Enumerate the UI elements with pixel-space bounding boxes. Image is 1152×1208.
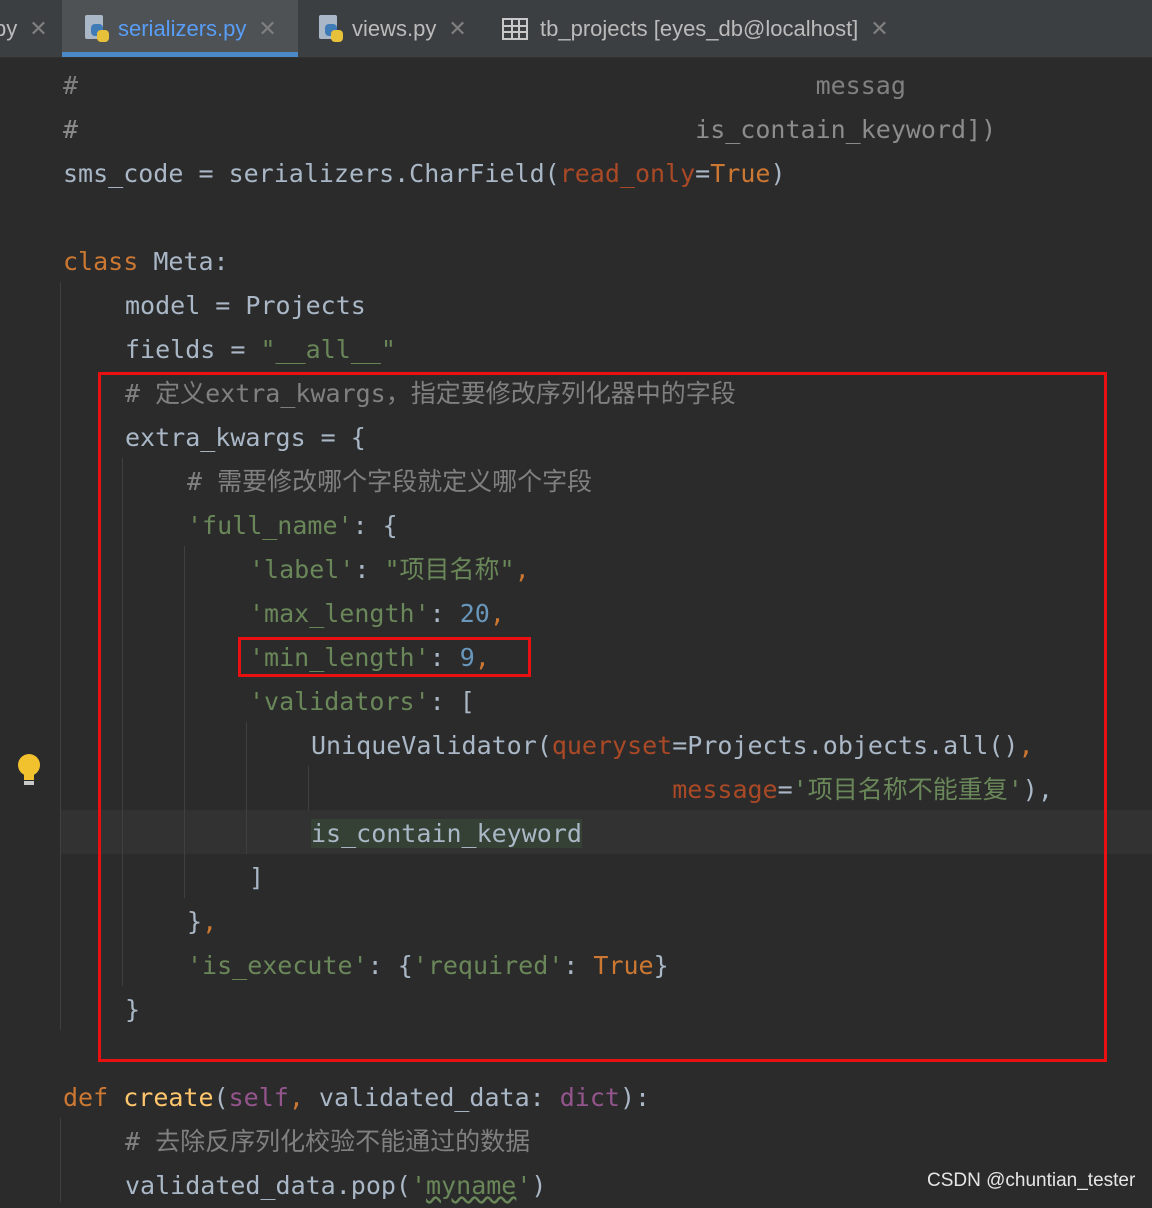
code-line: validated_data.pop('myname')	[125, 1171, 547, 1200]
table-icon	[502, 17, 528, 40]
close-icon[interactable]: ✕	[448, 16, 466, 42]
indent-guide	[60, 1118, 61, 1202]
lightbulb-icon[interactable]	[16, 754, 42, 788]
tab-serializers[interactable]: serializers.py ✕	[62, 0, 298, 57]
code-comment: # 去除反序列化校验不能通过的数据	[125, 1127, 531, 1156]
indent-guide	[60, 282, 61, 1030]
annotation-box-extra-kwargs	[98, 372, 1107, 1062]
code-line: # messag	[63, 71, 906, 100]
tab-tb-projects[interactable]: tb_projects [eyes_db@localhost] ✕	[502, 0, 889, 57]
watermark: CSDN @chuntian_tester	[927, 1170, 1136, 1191]
code-line: def create(self, validated_data: dict):	[63, 1083, 651, 1112]
code-line: # is_contain_keyword])	[63, 115, 997, 144]
code-editor[interactable]: # messag # is_contain_keyword]) sms_code…	[0, 58, 1152, 1202]
tab-label: serializers.py	[118, 15, 247, 41]
editor-tab-bar: py ✕ serializers.py ✕ views.py ✕ tb_proj…	[0, 0, 1152, 58]
tab-label: views.py	[352, 15, 437, 41]
tab-label: tb_projects [eyes_db@localhost]	[540, 15, 859, 41]
python-file-icon	[316, 14, 344, 43]
code-line: sms_code = serializers.CharField(read_on…	[63, 159, 786, 188]
code-line: model = Projects	[125, 291, 366, 320]
code-line: fields = "__all__"	[125, 335, 396, 364]
code-line: class Meta:	[63, 247, 229, 276]
tab-label: py	[0, 15, 18, 41]
tab-py[interactable]: py ✕	[0, 0, 48, 57]
tab-views[interactable]: views.py ✕	[316, 0, 467, 57]
close-icon[interactable]: ✕	[870, 16, 888, 42]
close-icon[interactable]: ✕	[258, 16, 276, 42]
active-tab-indicator	[62, 52, 298, 57]
annotation-box-min-length	[238, 637, 531, 677]
python-file-icon	[82, 14, 110, 43]
close-icon[interactable]: ✕	[29, 16, 47, 42]
